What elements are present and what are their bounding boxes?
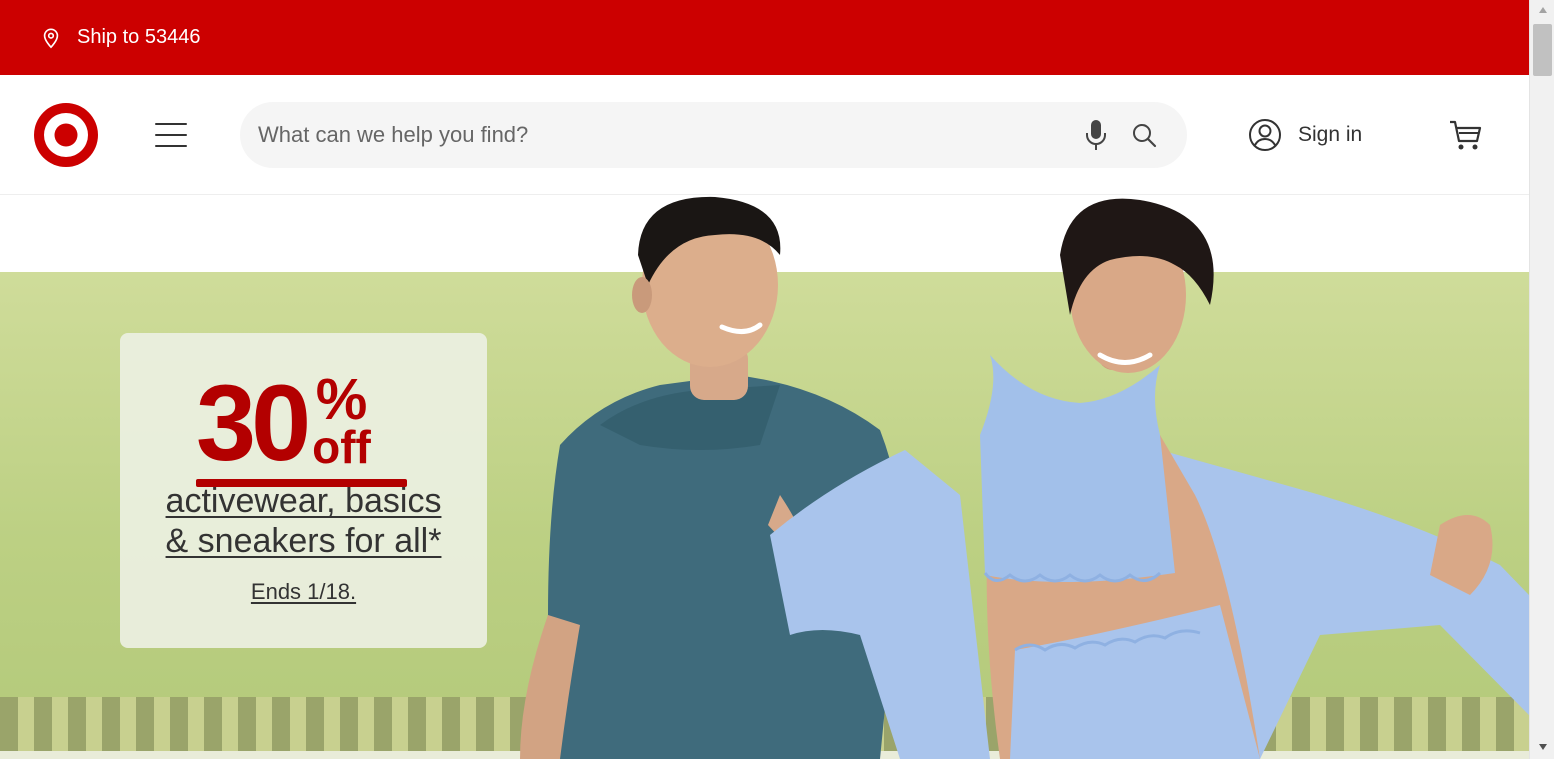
promo-card[interactable]: 30 % off activewear, basics & sneakers f… [120, 333, 487, 648]
hamburger-menu-bar [155, 134, 187, 136]
page-viewport: Ship to 53446 What can we help you find?… [0, 0, 1529, 759]
scroll-up-arrow-icon [1538, 7, 1547, 13]
microphone-icon[interactable] [1083, 118, 1109, 152]
scrollbar-thumb[interactable] [1533, 24, 1552, 76]
ship-to-link[interactable]: Ship to 53446 [40, 26, 200, 49]
promo-discount-suffix: % off [312, 367, 371, 473]
hero-banner[interactable]: 30 % off activewear, basics & sneakers f… [0, 195, 1529, 759]
sign-in-label: Sign in [1298, 123, 1363, 146]
hamburger-menu-bar [155, 145, 187, 147]
search-input[interactable] [240, 102, 1083, 168]
account-circle-icon [1249, 119, 1281, 151]
target-logo[interactable] [34, 103, 98, 167]
promo-percent-sign: % [315, 367, 368, 432]
promo-off-label: off [312, 421, 371, 473]
menu-button[interactable] [150, 117, 192, 153]
promo-headline-line-1[interactable]: activewear, basics [120, 481, 487, 521]
search-bar [240, 102, 1187, 168]
ship-to-bar: Ship to 53446 [0, 0, 1529, 75]
hamburger-menu-icon [155, 123, 187, 125]
scroll-down-button[interactable] [1530, 737, 1554, 757]
ship-to-label: Ship to 53446 [77, 26, 201, 48]
promo-end-date[interactable]: Ends 1/18. [120, 579, 487, 605]
woman-figure [770, 198, 1529, 759]
location-pin-icon [43, 27, 59, 48]
promo-discount-number: 30 [196, 362, 311, 483]
search-icon[interactable] [1131, 122, 1157, 148]
shopping-cart-icon[interactable] [1448, 119, 1482, 151]
vertical-scrollbar[interactable] [1529, 0, 1554, 759]
man-figure [520, 196, 901, 759]
scroll-down-arrow-icon [1538, 744, 1547, 750]
promo-discount: 30 % off [196, 369, 371, 479]
site-header: Sign in [0, 75, 1529, 195]
promo-headline-line-2[interactable]: & sneakers for all* [120, 521, 487, 561]
sign-in-button[interactable]: Sign in [1248, 118, 1362, 152]
scroll-up-button[interactable] [1530, 0, 1554, 20]
